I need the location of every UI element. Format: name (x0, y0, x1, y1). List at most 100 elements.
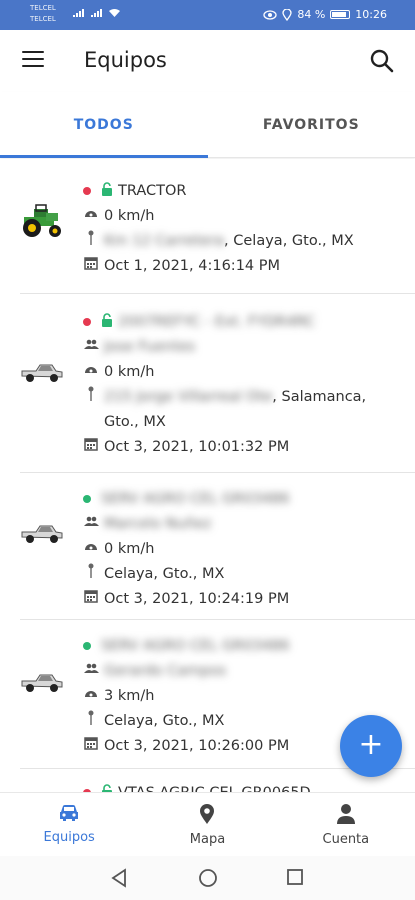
datetime: Oct 1, 2021, 4:16:14 PM (104, 258, 281, 274)
carrier-2: TELCEL (30, 15, 56, 23)
driver-row: Gerardo Campos (83, 659, 395, 684)
pickup-truck-icon (21, 364, 63, 382)
calendar-icon (83, 254, 99, 272)
recents-icon[interactable] (286, 868, 304, 886)
status-right: 84 % 10:26 (263, 8, 387, 21)
speedometer-icon (83, 360, 99, 378)
device-name-row: SERV AGRO CEL GR03486 (83, 634, 395, 659)
carrier-1: TELCEL (30, 4, 56, 12)
datetime-row: Oct 3, 2021, 10:01:32 PM (83, 435, 395, 460)
address-row: 215 Jorge Villarreal Ote, Salamanca, Gto… (83, 385, 395, 435)
speed-row: 0 km/h (83, 204, 395, 229)
list-item[interactable]: TRACTOR 0 km/h Km 12 Carretera , Celaya,… (20, 159, 415, 294)
driver-row: Marcelo Nuñez (83, 512, 395, 537)
status-dot (83, 642, 91, 650)
address-row: Celaya, Gto., MX (83, 562, 395, 587)
list-item[interactable]: SERV AGRO CEL GR03486 Marcelo Nuñez 0 km… (20, 473, 415, 620)
status-dot (83, 318, 91, 326)
signal-icon (73, 9, 84, 17)
location-icon (282, 8, 292, 21)
signal-icons (72, 8, 121, 18)
battery-icon (330, 10, 351, 19)
driver-blurred: Gerardo Campos (104, 663, 227, 679)
pin-icon (83, 229, 99, 247)
address: Celaya, Gto., MX (104, 566, 225, 582)
tab-favoritos[interactable]: FAVORITOS (208, 92, 415, 157)
status-bar: TELCEL TELCEL 84 % 10:26 (0, 0, 415, 30)
status-dot (83, 187, 91, 195)
speed-value: 3 km/h (104, 688, 155, 704)
speedometer-icon (83, 537, 99, 555)
search-icon[interactable] (369, 48, 395, 74)
nav-label: Mapa (189, 832, 226, 847)
datetime: Oct 3, 2021, 10:26:00 PM (104, 738, 290, 754)
clock: 10:26 (355, 8, 387, 21)
app-bar: Equipos (0, 30, 415, 92)
menu-icon[interactable] (22, 51, 44, 69)
back-icon[interactable] (110, 868, 128, 888)
device-list[interactable]: TRACTOR 0 km/h Km 12 Carretera , Celaya,… (0, 159, 415, 792)
speed-row: 3 km/h (83, 684, 395, 709)
unlock-icon (102, 313, 112, 327)
bottom-nav: Equipos Mapa Cuenta (0, 792, 415, 856)
pickup-truck-icon (21, 525, 63, 543)
pickup-truck-icon (21, 674, 63, 692)
speed-row: 0 km/h (83, 537, 395, 562)
calendar-icon (83, 734, 99, 752)
address: Celaya, Gto., MX (104, 713, 225, 729)
driver-blurred: Marcelo Nuñez (104, 516, 212, 532)
address-blurred: 215 Jorge Villarreal Ote (104, 389, 273, 405)
car-icon (60, 805, 79, 821)
speed-value: 0 km/h (104, 208, 155, 224)
people-icon (83, 659, 99, 677)
add-device-button[interactable]: + (340, 715, 402, 777)
tab-todos[interactable]: TODOS (0, 92, 208, 158)
carrier-labels: TELCEL TELCEL (30, 3, 56, 25)
people-icon (83, 512, 99, 530)
status-dot (83, 495, 91, 503)
nav-cuenta[interactable]: Cuenta (277, 793, 415, 856)
unlock-icon (102, 784, 112, 792)
nav-label: Cuenta (322, 832, 370, 847)
device-name-row: 2007REFYC - Ext. FYDR4RC (83, 310, 395, 335)
device-name-blurred: 2007REFYC - Ext. FYDR4RC (118, 314, 315, 330)
speedometer-icon (83, 684, 99, 702)
list-item[interactable]: 2007REFYC - Ext. FYDR4RC Jose Fuentes 0 … (20, 294, 415, 473)
nav-mapa[interactable]: Mapa (138, 793, 276, 856)
driver-row: Jose Fuentes (83, 335, 395, 360)
calendar-icon (83, 435, 99, 453)
eye-icon (263, 9, 277, 20)
device-name-row: VTAS AGRIC CEL GR0065D (83, 781, 395, 792)
datetime-row: Oct 3, 2021, 10:24:19 PM (83, 587, 395, 612)
map-pin-icon (200, 804, 215, 824)
device-name-row: SERV AGRO CEL GR03486 (83, 487, 395, 512)
device-name-blurred: SERV AGRO CEL GR03486 (101, 638, 290, 654)
home-icon[interactable] (198, 868, 218, 888)
device-name-row: TRACTOR (83, 179, 395, 204)
speed-value: 0 km/h (104, 364, 155, 380)
battery-percent: 84 % (297, 8, 326, 21)
tab-bar: TODOS FAVORITOS (0, 92, 415, 158)
address-blurred: Km 12 Carretera (104, 233, 225, 249)
people-icon (83, 335, 99, 353)
pin-icon (83, 385, 99, 403)
unlock-icon (102, 182, 112, 196)
driver-blurred: Jose Fuentes (104, 339, 196, 355)
nav-label: Equipos (43, 830, 95, 845)
address-row: Km 12 Carretera , Celaya, Gto., MX (83, 229, 395, 254)
pin-icon (83, 562, 99, 580)
datetime: Oct 3, 2021, 10:24:19 PM (104, 591, 290, 607)
nav-equipos[interactable]: Equipos (0, 793, 138, 856)
signal-icon (91, 9, 102, 17)
calendar-icon (83, 587, 99, 605)
datetime-row: Oct 1, 2021, 4:16:14 PM (83, 254, 395, 279)
pin-icon (83, 709, 99, 727)
device-name-blurred: SERV AGRO CEL GR03486 (101, 491, 290, 507)
device-name: TRACTOR (118, 183, 187, 199)
device-name: VTAS AGRIC CEL GR0065D (118, 781, 311, 792)
person-icon (336, 804, 355, 824)
wifi-icon (109, 9, 120, 17)
system-nav-bar (0, 856, 415, 900)
datetime: Oct 3, 2021, 10:01:32 PM (104, 439, 290, 455)
speedometer-icon (83, 204, 99, 222)
